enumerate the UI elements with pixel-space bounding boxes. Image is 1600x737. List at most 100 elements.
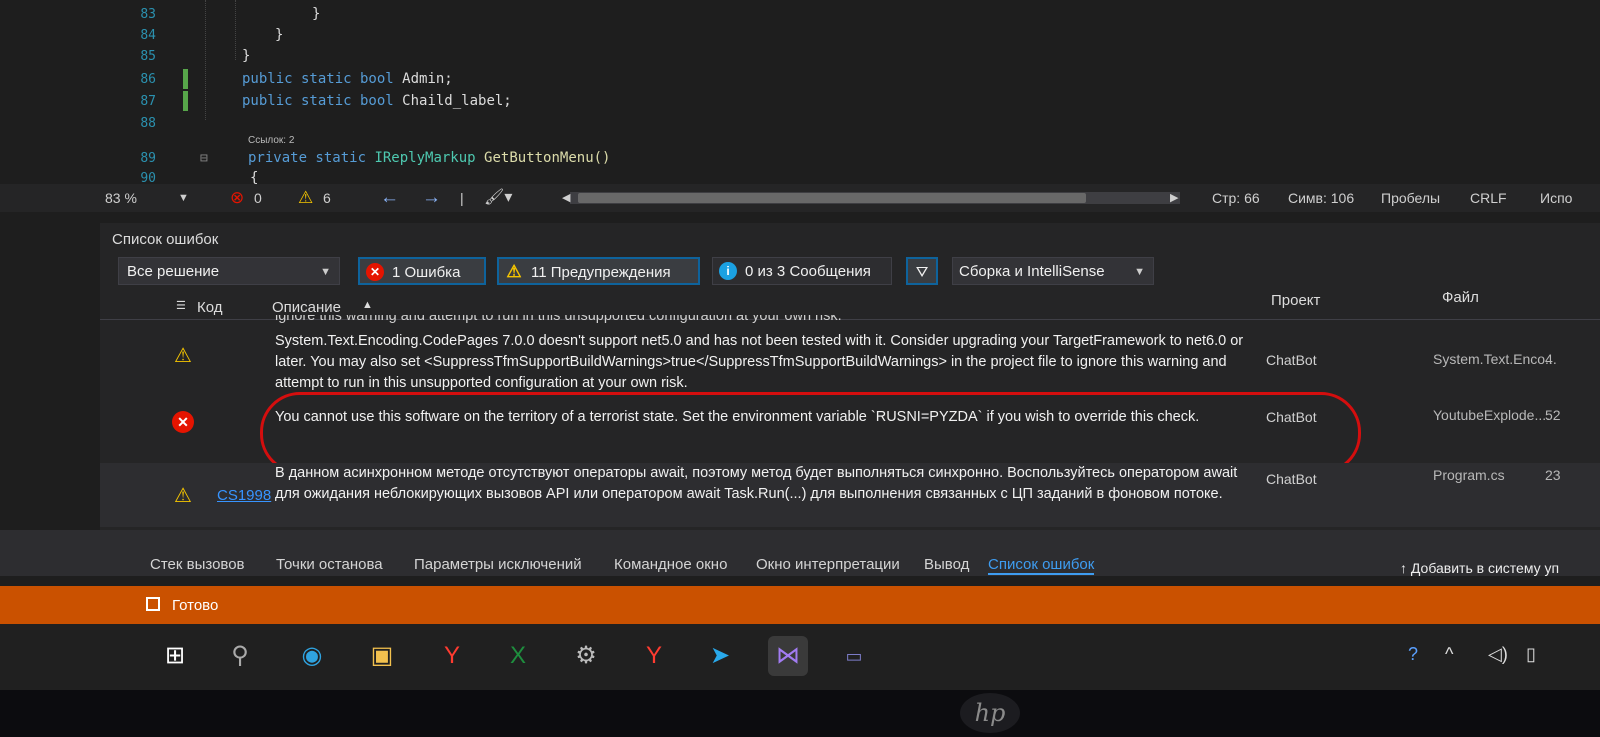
terminal-icon[interactable]: ▭ <box>834 636 874 676</box>
filter-icon: ⛛ <box>915 264 929 281</box>
build-filter-value: Сборка и IntelliSense <box>959 263 1105 280</box>
navigate-back-icon[interactable]: ← <box>380 184 399 212</box>
file-explorer-icon[interactable]: ▣ <box>362 636 402 676</box>
tab-exception-settings[interactable]: Параметры исключений <box>414 556 582 573</box>
chevron-down-icon: ▼ <box>320 266 331 278</box>
warnings-filter-button[interactable]: ⚠ 11 Предупреждения <box>497 257 700 285</box>
column-menu-icon[interactable]: ☰ <box>176 299 186 312</box>
tab-command-window[interactable]: Командное окно <box>614 556 727 573</box>
project-cell: ChatBot <box>1266 471 1317 487</box>
code-line: 86 public static bool Admin; <box>0 69 1200 90</box>
cursor-column[interactable]: Симв: 106 <box>1288 184 1354 212</box>
line-number: 86 <box>140 72 156 87</box>
tool-window-tabs: Стек вызовов Точки останова Параметры ис… <box>0 530 1600 576</box>
keyword: public static bool <box>242 71 394 87</box>
line-number: 84 <box>140 28 156 43</box>
codelens-references[interactable]: Ссылок: 2 <box>248 135 294 146</box>
warning-count-icon: ⚠ <box>298 188 314 207</box>
laptop-bezel <box>0 690 1600 737</box>
tab-error-list[interactable]: Список ошибок <box>988 556 1095 575</box>
table-row[interactable]: ⚠ CS1998 В данном асинхронном методе отс… <box>100 463 1600 527</box>
column-header-project[interactable]: Проект <box>1271 292 1320 309</box>
telegram-icon[interactable]: ➤ <box>700 636 740 676</box>
chevron-up-icon[interactable]: ^ <box>1445 644 1453 665</box>
tab-call-stack[interactable]: Стек вызовов <box>150 556 245 573</box>
code-editor[interactable]: 83 } 84 } 85 } 86 public static bool Adm… <box>0 0 1600 188</box>
cursor-line[interactable]: Стр: 66 <box>1212 184 1260 212</box>
code-line: 87 public static bool Chaild_label; <box>0 91 1200 112</box>
column-header-file[interactable]: Файл <box>1442 289 1479 306</box>
horizontal-scroll-thumb[interactable] <box>578 193 1086 203</box>
scroll-right-icon[interactable]: ▶ <box>1170 184 1178 212</box>
errors-filter-button[interactable]: ✕ 1 Ошибка <box>358 257 486 285</box>
search-icon[interactable]: ⚲ <box>220 636 260 676</box>
ready-icon <box>146 597 160 611</box>
line-ending[interactable]: CRLF <box>1470 184 1507 212</box>
yandex-browser-icon[interactable]: Y <box>432 636 472 676</box>
identifier: Chaild_label; <box>402 93 512 109</box>
scope-dropdown[interactable]: Все решение ▼ <box>118 257 340 285</box>
line-number: 83 <box>140 7 156 22</box>
warning-icon: ⚠ <box>174 345 192 367</box>
method-name: GetButtonMenu() <box>484 150 611 166</box>
tab-immediate-window[interactable]: Окно интерпретации <box>756 556 900 573</box>
volume-icon[interactable]: ◁) <box>1488 644 1508 665</box>
edge-browser-icon[interactable]: ◉ <box>292 636 332 676</box>
column-header-description[interactable]: Описание <box>272 299 341 316</box>
code-text: public static bool Chaild_label; <box>242 91 512 112</box>
error-count[interactable]: 0 <box>254 184 262 212</box>
excel-icon[interactable]: X <box>498 636 538 676</box>
table-row[interactable]: ⚠ System.Text.Encoding.CodePages 7.0.0 d… <box>100 327 1600 397</box>
messages-filter-label: 0 из 3 Сообщения <box>745 263 871 280</box>
table-row[interactable]: ignore this warning and attempt to run i… <box>100 315 1600 327</box>
code-line: 83 } <box>0 4 1200 25</box>
screen: 83 } 84 } 85 } 86 public static bool Adm… <box>0 0 1600 690</box>
warning-icon: ⚠ <box>174 485 192 507</box>
warnings-filter-label: 11 Предупреждения <box>531 264 671 281</box>
scroll-left-icon[interactable]: ◀ <box>562 184 570 212</box>
encoding-mode[interactable]: Испо <box>1540 184 1572 212</box>
battery-icon[interactable]: ▯ <box>1526 644 1536 665</box>
visual-studio-icon[interactable]: ⋈ <box>768 636 808 676</box>
clear-filter-button[interactable]: ⛛ <box>906 257 938 285</box>
indentation-mode[interactable]: Пробелы <box>1381 184 1440 212</box>
collapse-icon[interactable]: ⊟ <box>200 148 208 169</box>
file-cell: YoutubeExplode.... <box>1433 407 1551 423</box>
column-header-code[interactable]: Код <box>197 299 223 316</box>
code-text: } <box>242 48 251 64</box>
help-icon[interactable]: ? <box>1408 644 1418 665</box>
brush-icon[interactable]: 🖌▾ <box>484 184 512 212</box>
settings-gear-icon[interactable]: ⚙ <box>566 636 606 676</box>
error-code-link[interactable]: CS1998 <box>217 487 271 504</box>
zoom-dropdown-icon[interactable]: ▼ <box>178 184 189 212</box>
line-cell: 23 <box>1545 467 1561 483</box>
build-filter-dropdown[interactable]: Сборка и IntelliSense ▼ <box>952 257 1154 285</box>
warning-count[interactable]: 6 <box>323 184 331 212</box>
line-number: 85 <box>140 49 156 64</box>
source-control-button[interactable]: ↑ Добавить в систему уп <box>1400 560 1559 576</box>
navigate-forward-icon[interactable]: → <box>422 184 441 212</box>
errors-filter-label: 1 Ошибка <box>392 264 461 281</box>
file-cell: System.Text.Enco... <box>1433 351 1557 367</box>
separator: | <box>460 190 464 206</box>
editor-status-bar: 83 % ▼ ⊗ 0 ⚠ 6 ← → | 🖌▾ ◀ ▶ Стр: 66 Симв… <box>0 184 1600 212</box>
yandex-icon[interactable]: Y <box>634 636 674 676</box>
windows-start-icon[interactable]: ⊞ <box>155 636 195 676</box>
zoom-level[interactable]: 83 % <box>105 184 137 212</box>
code-text: private static IReplyMarkup GetButtonMen… <box>248 148 610 169</box>
error-icon: ✕ <box>172 411 194 433</box>
messages-filter-button[interactable]: i 0 из 3 Сообщения <box>712 257 892 285</box>
sort-ascending-icon: ▲ <box>362 299 373 311</box>
code-line: 88 <box>0 113 1200 134</box>
line-cell: 52 <box>1545 407 1561 423</box>
code-line: 85 } <box>0 46 1200 67</box>
tab-output[interactable]: Вывод <box>924 556 969 573</box>
description-cell: ignore this warning and attempt to run i… <box>275 315 842 324</box>
arrow-up-icon: ↑ <box>1400 560 1407 576</box>
tab-breakpoints[interactable]: Точки останова <box>276 556 383 573</box>
source-control-label: Добавить в систему уп <box>1410 560 1560 576</box>
description-cell: В данном асинхронном методе отсутствуют … <box>275 465 1238 502</box>
code-text: public static bool Admin; <box>242 69 453 90</box>
vs-status-bar: Готово <box>0 586 1600 624</box>
keyword: private static <box>248 150 367 166</box>
